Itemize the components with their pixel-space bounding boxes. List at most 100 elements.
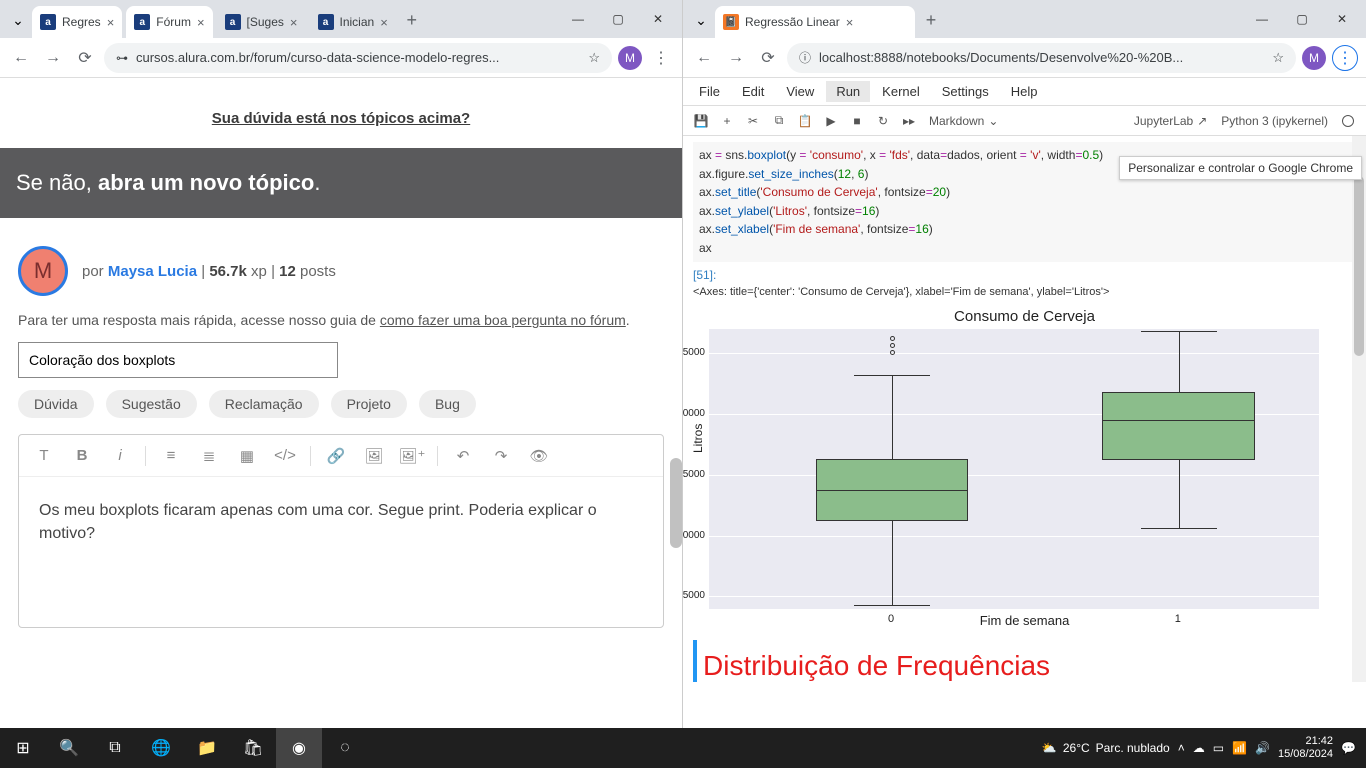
chip-sugestao[interactable]: Sugestão xyxy=(106,390,197,418)
chevron-down-icon[interactable]: ⌄ xyxy=(8,10,28,30)
run-icon[interactable]: ▶ xyxy=(819,110,843,132)
star-icon[interactable]: ☆ xyxy=(588,50,600,66)
site-info-icon[interactable]: ⓘ xyxy=(799,49,811,66)
chip-reclamacao[interactable]: Reclamação xyxy=(209,390,319,418)
cell-type-select[interactable]: Markdown⌄ xyxy=(923,114,1004,128)
menu-settings[interactable]: Settings xyxy=(932,81,999,102)
menu-file[interactable]: File xyxy=(689,81,730,102)
scrollbar-thumb[interactable] xyxy=(670,458,682,548)
url-input[interactable]: ⓘ localhost:8888/notebooks/Documents/Des… xyxy=(787,43,1296,73)
back-icon[interactable]: ← xyxy=(691,45,717,71)
notebook-scrollbar[interactable] xyxy=(1352,136,1366,682)
menu-run[interactable]: Run xyxy=(826,81,870,102)
profile-avatar[interactable]: M xyxy=(1302,46,1326,70)
menu-help[interactable]: Help xyxy=(1001,81,1048,102)
start-button[interactable]: ⊞ xyxy=(0,728,46,768)
profile-avatar[interactable]: M xyxy=(618,46,642,70)
italic-icon[interactable]: i xyxy=(103,441,137,471)
close-icon[interactable]: ✕ xyxy=(638,6,678,32)
menu-edit[interactable]: Edit xyxy=(732,81,774,102)
wifi-icon[interactable]: 📶 xyxy=(1232,741,1247,755)
image-icon[interactable]: 🖼 xyxy=(357,441,391,471)
editor-textarea[interactable]: Os meu boxplots ficaram apenas com uma c… xyxy=(19,477,663,627)
back-icon[interactable]: ← xyxy=(8,45,34,71)
kebab-menu-icon[interactable]: ⋮ xyxy=(648,45,674,71)
fast-forward-icon[interactable]: ▸▸ xyxy=(897,110,921,132)
maximize-icon[interactable]: ▢ xyxy=(1282,6,1322,32)
ordered-list-icon[interactable]: ≡ xyxy=(154,441,188,471)
paste-icon[interactable]: 📋 xyxy=(793,110,817,132)
edge-icon[interactable]: 🌐 xyxy=(138,728,184,768)
maximize-icon[interactable]: ▢ xyxy=(598,6,638,32)
table-icon[interactable]: ▦ xyxy=(230,441,264,471)
star-icon[interactable]: ☆ xyxy=(1272,50,1284,66)
browser-tab[interactable]: aRegres× xyxy=(32,6,122,38)
chip-bug[interactable]: Bug xyxy=(419,390,476,418)
cut-icon[interactable]: ✂ xyxy=(741,110,765,132)
browser-tab[interactable]: a[Suges× xyxy=(217,6,306,38)
forward-icon[interactable]: → xyxy=(40,45,66,71)
clock[interactable]: 21:42 15/08/2024 xyxy=(1278,735,1333,761)
browser-tab[interactable]: 📓Regressão Linear× xyxy=(715,6,915,38)
faq-link[interactable]: Sua dúvida está nos tópicos acima? xyxy=(212,110,470,127)
redo-icon[interactable]: ↷ xyxy=(484,441,518,471)
topic-title-input[interactable] xyxy=(18,342,338,378)
loading-icon[interactable]: ◌ xyxy=(322,728,368,768)
battery-icon[interactable]: ▭ xyxy=(1213,741,1224,755)
link-icon[interactable]: 🔗 xyxy=(319,441,353,471)
unordered-list-icon[interactable]: ≣ xyxy=(192,441,226,471)
close-icon[interactable]: × xyxy=(197,15,205,30)
save-icon[interactable]: 💾 xyxy=(689,110,713,132)
restart-icon[interactable]: ↻ xyxy=(871,110,895,132)
close-icon[interactable]: × xyxy=(846,15,854,30)
menu-view[interactable]: View xyxy=(776,81,824,102)
add-cell-icon[interactable]: + xyxy=(715,110,739,132)
reload-icon[interactable]: ⟳ xyxy=(72,45,98,71)
scrollbar-thumb[interactable] xyxy=(1354,176,1364,356)
kernel-name[interactable]: Python 3 (ipykernel) xyxy=(1215,114,1334,128)
avatar[interactable]: M xyxy=(18,246,68,296)
menu-kernel[interactable]: Kernel xyxy=(872,81,930,102)
notifications-icon[interactable]: 💬 xyxy=(1341,741,1356,755)
code-icon[interactable]: </> xyxy=(268,441,302,471)
site-info-icon[interactable]: ⊶ xyxy=(116,51,128,65)
chevron-down-icon[interactable]: ⌄ xyxy=(691,10,711,30)
task-view-icon[interactable]: ⧉ xyxy=(92,728,138,768)
minimize-icon[interactable]: — xyxy=(558,6,598,32)
new-tab-button[interactable]: + xyxy=(398,6,426,34)
minimize-icon[interactable]: — xyxy=(1242,6,1282,32)
close-icon[interactable]: × xyxy=(107,15,115,30)
new-tab-button[interactable]: + xyxy=(917,6,945,34)
chip-projeto[interactable]: Projeto xyxy=(331,390,407,418)
browser-tab[interactable]: aFórum× xyxy=(126,6,212,38)
author-link[interactable]: Maysa Lucia xyxy=(108,263,197,280)
guide-link[interactable]: como fazer uma boa pergunta no fórum xyxy=(380,312,626,328)
text-style-icon[interactable]: T xyxy=(27,441,61,471)
search-icon[interactable]: 🔍 xyxy=(46,728,92,768)
close-icon[interactable]: × xyxy=(290,15,298,30)
chrome-icon[interactable]: ◉ xyxy=(276,728,322,768)
undo-icon[interactable]: ↶ xyxy=(446,441,480,471)
bold-icon[interactable]: B xyxy=(65,441,99,471)
explorer-icon[interactable]: 📁 xyxy=(184,728,230,768)
notebook-body[interactable]: ax = sns.boxplot(y = 'consumo', x = 'fds… xyxy=(683,136,1366,682)
open-jupyterlab-link[interactable]: JupyterLab↗ xyxy=(1128,114,1213,128)
weather-widget[interactable]: ⛅ 26°C Parc. nublado xyxy=(1042,741,1170,755)
browser-tab[interactable]: aInician× xyxy=(310,6,396,38)
copy-icon[interactable]: ⧉ xyxy=(767,110,791,132)
tab-label: Inician xyxy=(340,15,375,29)
store-icon[interactable]: 🛍 xyxy=(230,728,276,768)
forward-icon[interactable]: → xyxy=(723,45,749,71)
close-icon[interactable]: × xyxy=(380,15,388,30)
chevron-up-icon[interactable]: ˄ xyxy=(1178,741,1185,755)
url-input[interactable]: ⊶ cursos.alura.com.br/forum/curso-data-s… xyxy=(104,43,612,73)
close-icon[interactable]: ✕ xyxy=(1322,6,1362,32)
volume-icon[interactable]: 🔊 xyxy=(1255,741,1270,755)
preview-icon[interactable]: 👁 xyxy=(522,441,556,471)
onedrive-icon[interactable]: ☁ xyxy=(1193,741,1205,755)
stop-icon[interactable]: ■ xyxy=(845,110,869,132)
reload-icon[interactable]: ⟳ xyxy=(755,45,781,71)
chip-duvida[interactable]: Dúvida xyxy=(18,390,94,418)
image-upload-icon[interactable]: 🖼⁺ xyxy=(395,441,429,471)
kebab-menu-icon[interactable]: ⋮ xyxy=(1332,45,1358,71)
